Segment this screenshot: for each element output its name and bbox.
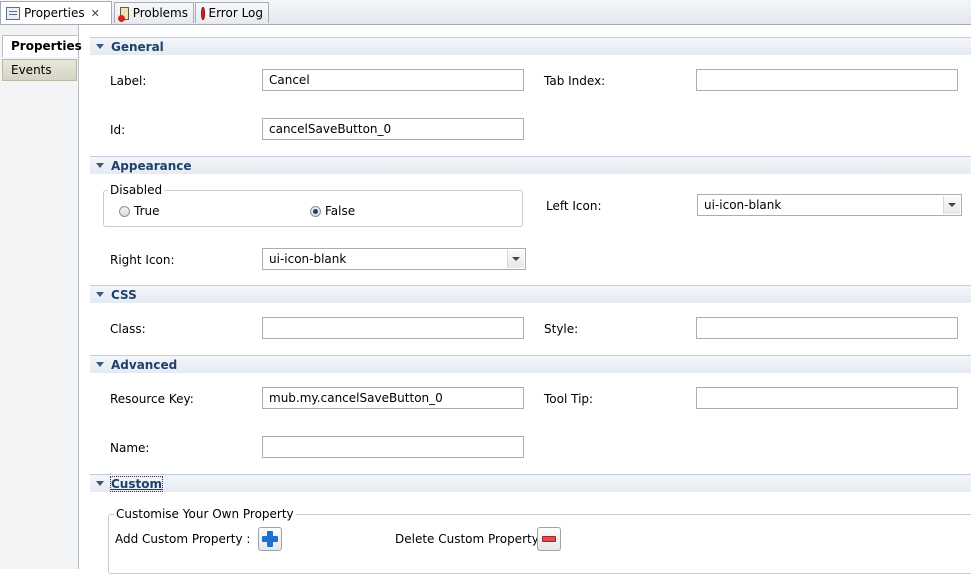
- tab-index-label: Tab Index:: [544, 74, 606, 88]
- section-general-title: General: [111, 39, 164, 54]
- section-advanced-title: Advanced: [111, 357, 178, 372]
- plus-icon: [262, 531, 278, 547]
- section-custom-header[interactable]: Custom: [90, 474, 971, 492]
- collapse-toggle-icon[interactable]: [96, 362, 104, 367]
- disabled-false-label: False: [325, 204, 356, 218]
- add-custom-property-button[interactable]: [258, 527, 282, 551]
- collapse-toggle-icon[interactable]: [96, 44, 104, 49]
- tab-properties-label: Properties: [24, 6, 85, 20]
- class-label: Class:: [110, 322, 146, 336]
- side-tab-properties[interactable]: Properties: [2, 35, 82, 57]
- left-icon-select[interactable]: ui-icon-blank: [697, 194, 962, 216]
- name-label: Name:: [110, 441, 150, 455]
- side-tab-events[interactable]: Events: [2, 59, 77, 81]
- radio-unchecked-icon: [119, 205, 130, 217]
- disabled-false-radio[interactable]: False: [310, 204, 355, 218]
- right-icon-label: Right Icon:: [110, 253, 175, 267]
- label-input[interactable]: Cancel: [262, 69, 524, 91]
- disabled-true-radio[interactable]: True: [119, 204, 160, 218]
- delete-custom-property-button[interactable]: [537, 527, 561, 551]
- properties-icon: [6, 6, 20, 20]
- style-input[interactable]: [696, 317, 958, 339]
- id-label: Id:: [110, 123, 126, 137]
- style-label: Style:: [544, 322, 579, 336]
- disabled-group-label: Disabled: [108, 183, 165, 197]
- tool-tip-label: Tool Tip:: [544, 392, 594, 406]
- view-tab-strip: Properties ✕ Problems Error Log: [0, 0, 971, 25]
- tab-problems-label: Problems: [132, 6, 188, 20]
- left-icon-label: Left Icon:: [546, 199, 602, 213]
- minus-icon: [542, 536, 556, 542]
- add-custom-property-label: Add Custom Property :: [115, 532, 251, 546]
- section-css-header[interactable]: CSS: [90, 285, 971, 303]
- section-custom-title: Custom: [110, 475, 163, 492]
- chevron-down-icon[interactable]: [507, 250, 524, 268]
- tab-properties[interactable]: Properties ✕: [0, 1, 112, 24]
- label-label: Label:: [110, 74, 147, 88]
- tool-tip-input[interactable]: [696, 387, 958, 409]
- error-log-icon: [201, 6, 208, 20]
- name-input[interactable]: [262, 436, 524, 458]
- tab-error-log-label: Error Log: [208, 6, 264, 20]
- class-input[interactable]: [262, 317, 524, 339]
- section-appearance-title: Appearance: [111, 158, 192, 173]
- side-tab-bar: Properties Events: [0, 25, 82, 569]
- id-input[interactable]: cancelSaveButton_0: [262, 118, 524, 140]
- collapse-toggle-icon[interactable]: [96, 163, 104, 168]
- close-icon[interactable]: ✕: [91, 7, 100, 20]
- collapse-toggle-icon[interactable]: [96, 481, 104, 486]
- left-icon-value: ui-icon-blank: [704, 198, 782, 212]
- section-appearance-header[interactable]: Appearance: [90, 156, 971, 174]
- tab-index-input[interactable]: [696, 69, 958, 91]
- chevron-down-icon[interactable]: [943, 196, 960, 214]
- problems-icon: [118, 6, 129, 22]
- tab-problems[interactable]: Problems: [114, 2, 194, 23]
- right-icon-select[interactable]: ui-icon-blank: [262, 248, 526, 270]
- tab-error-log[interactable]: Error Log: [195, 2, 269, 23]
- section-advanced-header[interactable]: Advanced: [90, 355, 971, 373]
- delete-custom-property-label: Delete Custom Property :: [395, 532, 547, 546]
- section-general-header[interactable]: General: [90, 37, 971, 55]
- collapse-toggle-icon[interactable]: [96, 292, 104, 297]
- resource-key-input[interactable]: mub.my.cancelSaveButton_0: [262, 387, 524, 409]
- custom-property-group-label: Customise Your Own Property: [114, 507, 296, 521]
- radio-checked-icon: [310, 205, 321, 217]
- disabled-true-label: True: [134, 204, 160, 218]
- section-css-title: CSS: [111, 287, 137, 302]
- right-icon-value: ui-icon-blank: [269, 252, 347, 266]
- resource-key-label: Resource Key:: [110, 392, 194, 406]
